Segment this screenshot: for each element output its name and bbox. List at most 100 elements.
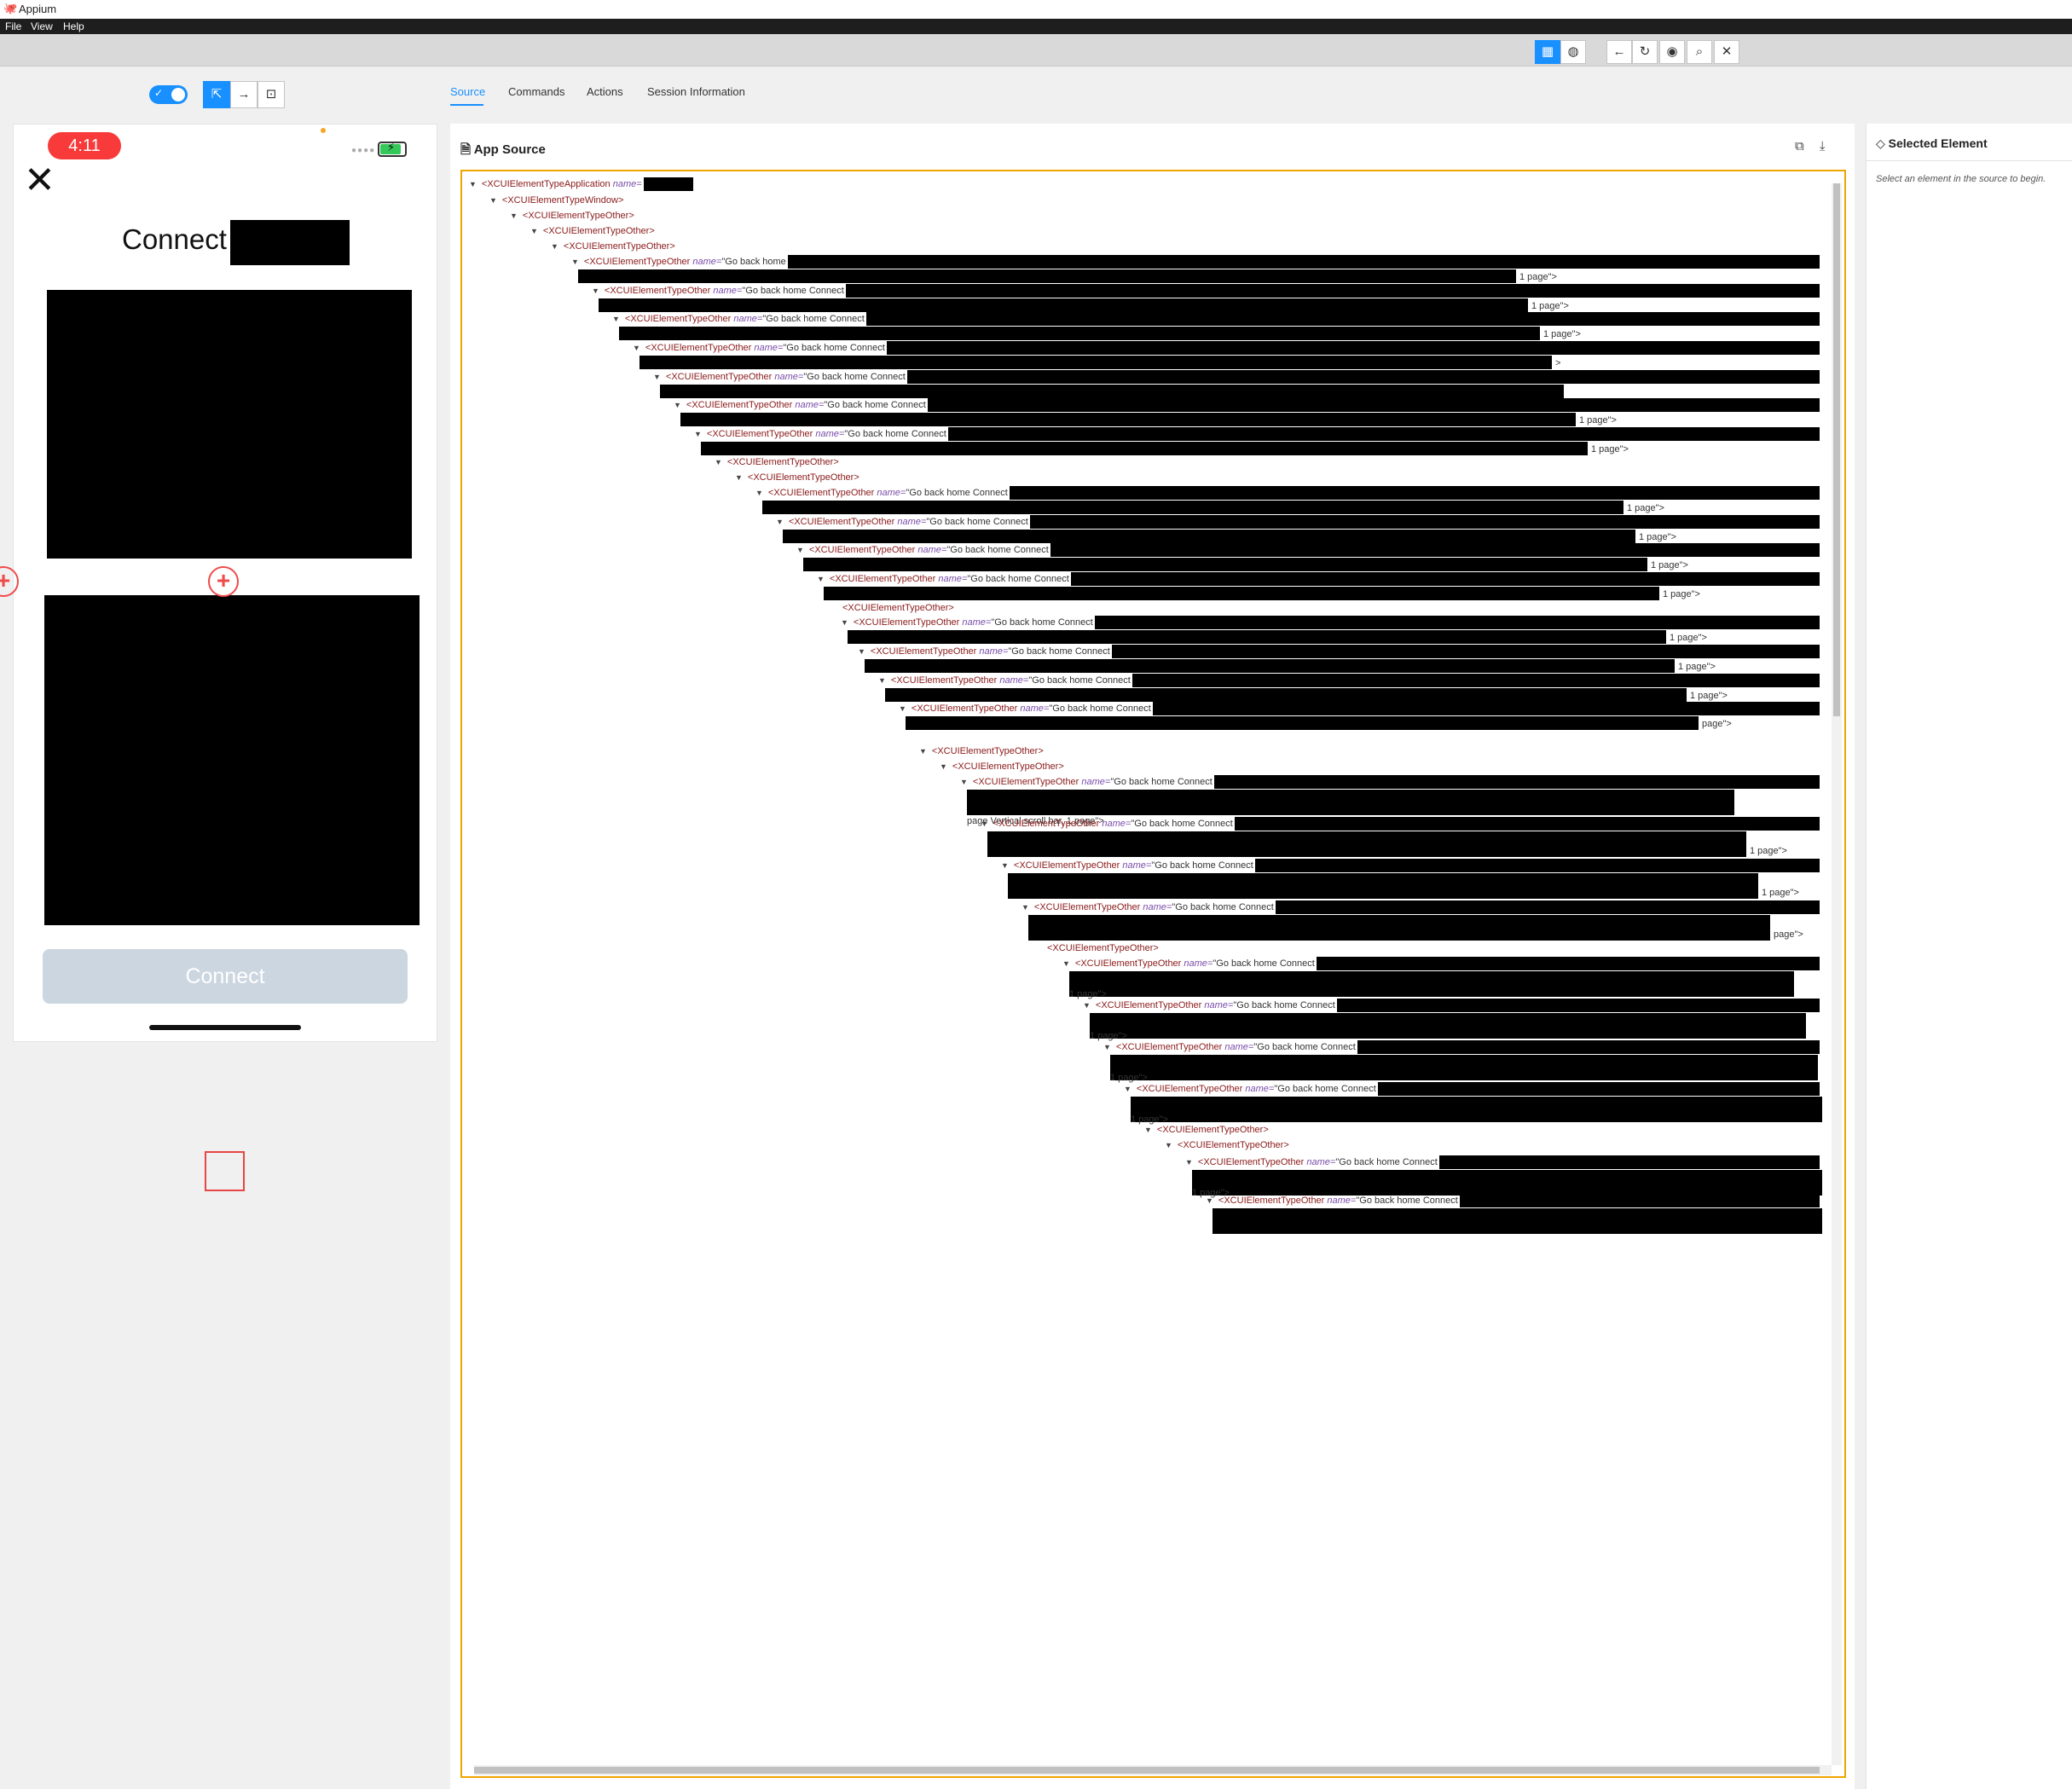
vertical-scrollbar[interactable] [1832,183,1842,1765]
source-node[interactable]: ▼ <XCUIElementTypeOther name="Go back hom… [817,573,1069,585]
caret-down-icon[interactable]: ▼ [1206,1196,1213,1205]
caret-down-icon[interactable]: ▼ [1022,903,1029,912]
close-icon[interactable]: ✕ [24,162,55,200]
source-node[interactable]: ▼ <XCUIElementTypeOther name="Go back hom… [960,776,1213,788]
source-node[interactable]: ▼ <XCUIElementTypeOther> [551,240,675,252]
source-node[interactable]: ▼ <XCUIElementTypeOther name="Go back hom… [899,703,1151,715]
source-node[interactable]: ▼ <XCUIElementTypeOther> [1165,1139,1289,1151]
caret-down-icon[interactable]: ▼ [1001,861,1009,870]
caret-down-icon[interactable]: ▼ [612,315,620,323]
swipe-mode-button[interactable]: → [230,81,258,108]
source-node[interactable]: ▼ <XCUIElementTypeOther name="Go back hom… [878,674,1131,686]
menu-view[interactable]: View [31,20,53,32]
source-node[interactable]: ▼ <XCUIElementTypeOther> [1144,1124,1269,1136]
connect-button[interactable]: Connect [43,949,408,1004]
caret-down-icon[interactable]: ▼ [796,546,804,554]
source-node[interactable]: ▼ <XCUIElementTypeOther name="Go back hom… [1022,901,1274,913]
source-node[interactable]: ▼ <XCUIElementTypeOther> [940,761,1064,773]
web-mode-button[interactable]: ◍ [1560,40,1586,64]
source-node[interactable]: ▼ <XCUIElementTypeOther> [510,210,634,222]
caret-down-icon[interactable]: ▼ [817,575,825,583]
tab-session-information[interactable]: Session Information [647,85,745,98]
source-node[interactable]: ▼ <XCUIElementTypeOther name="Go back hom… [1083,999,1335,1011]
plus-icon[interactable]: + [208,566,239,597]
caret-down-icon[interactable]: ▼ [1144,1126,1152,1134]
source-node[interactable]: ▼ <XCUIElementTypeOther> [919,745,1044,757]
source-node[interactable]: ▼ <XCUIElementTypeOther name="Go back hom… [1103,1041,1356,1053]
menu-file[interactable]: File [5,20,21,32]
source-node[interactable]: <XCUIElementTypeOther> [1042,942,1159,954]
caret-down-icon[interactable]: ▼ [878,676,886,685]
tab-source[interactable]: Source [450,85,485,98]
caret-down-icon[interactable]: ▼ [510,211,518,220]
caret-down-icon[interactable]: ▼ [674,401,681,409]
source-node[interactable]: ▼ <XCUIElementTypeOther name="Go back hom… [858,646,1110,657]
source-node[interactable]: ▼ <XCUIElementTypeOther name="Go back hom… [1206,1195,1458,1207]
quit-button[interactable]: ✕ [1714,40,1739,64]
source-node[interactable]: ▼ <XCUIElementTypeApplication name= [469,178,642,190]
source-node[interactable]: ▼ <XCUIElementTypeOther name="Go back hom… [755,487,1008,499]
caret-down-icon[interactable]: ▼ [592,287,599,295]
caret-down-icon[interactable]: ▼ [1103,1043,1111,1051]
tab-commands[interactable]: Commands [508,85,564,98]
caret-down-icon[interactable]: ▼ [633,344,640,352]
caret-down-icon[interactable]: ▼ [1124,1085,1131,1093]
caret-down-icon[interactable]: ▼ [551,242,559,251]
caret-down-icon[interactable]: ▼ [841,618,848,627]
source-node[interactable]: ▼ <XCUIElementTypeWindow> [489,194,623,206]
source-node[interactable]: ▼ <XCUIElementTypeOther> [735,472,859,483]
horizontal-scrollbar[interactable] [474,1765,1832,1775]
copy-icon[interactable]: ⧉ [1795,139,1804,153]
source-node[interactable]: ▼ <XCUIElementTypeOther name="Go back hom… [1185,1156,1438,1168]
source-node[interactable]: ▼ <XCUIElementTypeOther name="Go back hom… [571,256,786,268]
source-node[interactable]: ▼ <XCUIElementTypeOther name="Go back hom… [674,399,926,411]
caret-down-icon[interactable]: ▼ [755,489,763,497]
caret-down-icon[interactable]: ▼ [715,458,722,466]
source-node[interactable]: ▼ <XCUIElementTypeOther name="Go back hom… [633,342,885,354]
native-mode-button[interactable]: ▦ [1535,40,1560,64]
source-node[interactable]: ▼ <XCUIElementTypeOther name="Go back hom… [1062,958,1315,970]
search-button[interactable]: ⌕ [1687,40,1712,64]
caret-down-icon[interactable]: ▼ [653,373,661,381]
source-node[interactable]: <XCUIElementTypeOther> [837,602,954,614]
show-element-handles-toggle[interactable]: ✓ [149,85,188,104]
source-node[interactable]: ▼ <XCUIElementTypeOther name="Go back hom… [796,544,1049,556]
caret-down-icon[interactable]: ▼ [489,196,497,205]
source-node[interactable]: ▼ <XCUIElementTypeOther> [530,225,655,237]
source-node[interactable]: ▼ <XCUIElementTypeOther name="Go back hom… [653,371,906,383]
source-node[interactable]: ▼ <XCUIElementTypeOther name="Go back hom… [776,516,1028,528]
caret-down-icon[interactable]: ▼ [1062,959,1070,968]
back-button[interactable]: ← [1606,40,1632,64]
select-mode-button[interactable]: ⇱ [203,81,230,108]
caret-down-icon[interactable]: ▼ [469,180,477,188]
caret-down-icon[interactable]: ▼ [694,430,702,438]
tab-actions[interactable]: Actions [587,85,623,98]
refresh-button[interactable]: ↻ [1632,40,1658,64]
node-tag: <XCUIElementTypeOther [665,372,775,382]
caret-down-icon[interactable]: ▼ [776,518,784,526]
source-node[interactable]: ▼ <XCUIElementTypeOther name="Go back hom… [694,428,946,440]
caret-down-icon[interactable]: ▼ [981,819,988,828]
source-node[interactable]: ▼ <XCUIElementTypeOther name="Go back hom… [612,313,865,325]
download-icon[interactable]: ⤓ [1820,139,1826,153]
caret-down-icon[interactable]: ▼ [1185,1158,1193,1167]
caret-down-icon[interactable]: ▼ [1083,1001,1091,1010]
caret-down-icon[interactable]: ▼ [858,647,865,656]
caret-down-icon[interactable]: ▼ [919,747,927,756]
caret-down-icon[interactable]: ▼ [530,227,538,235]
caret-down-icon[interactable]: ▼ [571,258,579,266]
eye-button[interactable]: ◉ [1659,40,1685,64]
source-node[interactable]: ▼ <XCUIElementTypeOther name="Go back hom… [1001,860,1253,871]
caret-down-icon[interactable]: ▼ [899,704,906,713]
source-node[interactable]: ▼ <XCUIElementTypeOther name="Go back hom… [1124,1083,1376,1095]
source-node[interactable]: ▼ <XCUIElementTypeOther name="Go back hom… [981,818,1233,830]
menu-help[interactable]: Help [63,20,84,32]
caret-down-icon[interactable]: ▼ [960,778,968,786]
caret-down-icon[interactable]: ▼ [735,473,743,482]
caret-down-icon[interactable]: ▼ [1165,1141,1172,1149]
tap-coordinates-button[interactable]: ⊡ [258,81,285,108]
source-node[interactable]: ▼ <XCUIElementTypeOther> [715,456,839,468]
source-node[interactable]: ▼ <XCUIElementTypeOther name="Go back hom… [841,617,1093,628]
source-node[interactable]: ▼ <XCUIElementTypeOther name="Go back hom… [592,285,844,297]
caret-down-icon[interactable]: ▼ [940,762,947,771]
